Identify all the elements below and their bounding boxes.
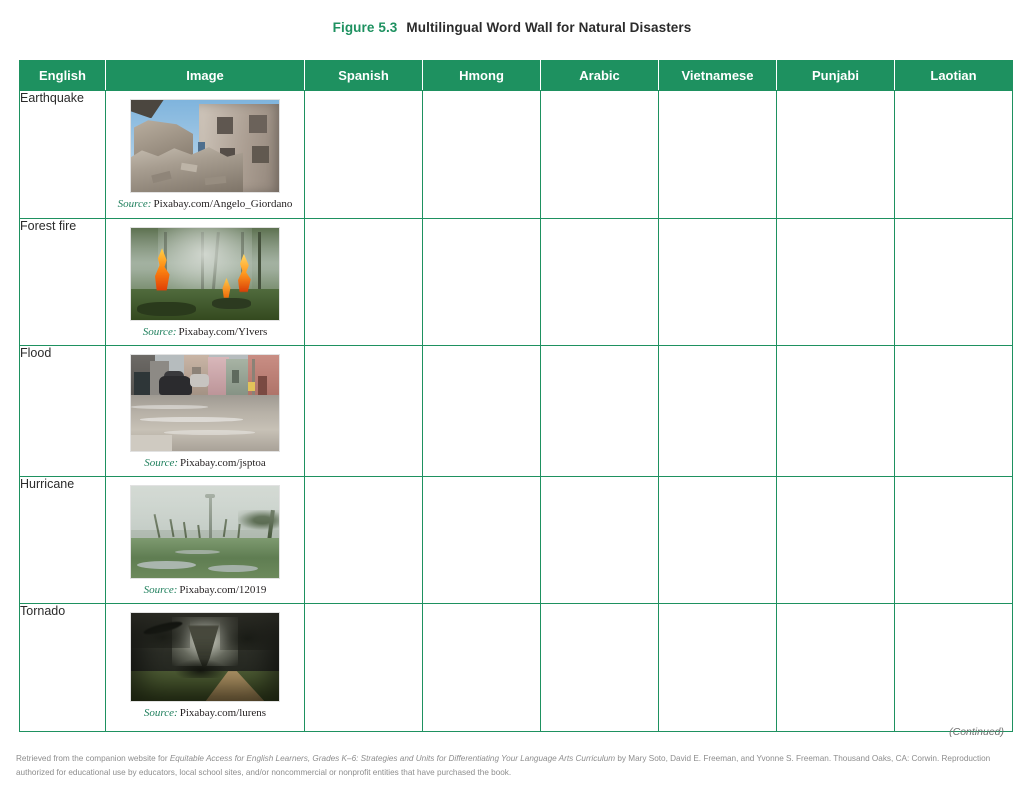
cell-vietnamese[interactable]: [658, 603, 777, 732]
table-row: Flood Source: Pixabay.com/jsptoa: [19, 345, 1013, 477]
cell-spanish[interactable]: [304, 476, 423, 604]
photo-source-credit: Source: Pixabay.com/12019: [106, 584, 304, 599]
source-credit-text: Pixabay.com/Angelo_Giordano: [153, 198, 293, 210]
photo-block: Source: Pixabay.com/Ylvers: [106, 219, 304, 345]
table-row: Forest fire Source: Pixabay.com/Ylvers: [19, 218, 1013, 346]
photo-block: Source: Pixabay.com/12019: [106, 477, 304, 603]
cell-arabic[interactable]: [540, 603, 659, 732]
continued-note: (Continued): [949, 726, 1004, 738]
footer-text-part1: Retrieved from the companion website for: [16, 754, 170, 763]
cell-hmong[interactable]: [422, 218, 541, 346]
source-label: Source:: [143, 707, 178, 719]
page-title: Figure 5.3 Multilingual Word Wall for Nat…: [0, 0, 1024, 35]
cell-arabic[interactable]: [540, 345, 659, 477]
cell-arabic[interactable]: [540, 476, 659, 604]
cell-english-term: Tornado: [19, 603, 106, 732]
cell-punjabi[interactable]: [776, 603, 895, 732]
cell-english-term: Forest fire: [19, 218, 106, 346]
photo-source-credit: Source: Pixabay.com/Angelo_Giordano: [106, 198, 304, 213]
hurricane-photo: [130, 485, 280, 579]
cell-image: Source: Pixabay.com/Angelo_Giordano: [105, 90, 305, 219]
cell-english-term: Earthquake: [19, 90, 106, 219]
word-wall-table: English Image Spanish Hmong Arabic Vietn…: [19, 60, 1013, 732]
cell-hmong[interactable]: [422, 603, 541, 732]
cell-spanish[interactable]: [304, 603, 423, 732]
cell-punjabi[interactable]: [776, 90, 895, 219]
figure-number: Figure 5.3: [332, 20, 398, 35]
photo-block: Source: Pixabay.com/jsptoa: [106, 346, 304, 476]
cell-spanish[interactable]: [304, 90, 423, 219]
column-header-vietnamese: Vietnamese: [658, 60, 777, 91]
cell-spanish[interactable]: [304, 345, 423, 477]
photo-source-credit: Source: Pixabay.com/jsptoa: [106, 457, 304, 472]
cell-laotian[interactable]: [894, 345, 1013, 477]
cell-punjabi[interactable]: [776, 218, 895, 346]
footer-attribution: Retrieved from the companion website for…: [16, 752, 1008, 780]
source-credit-text: Pixabay.com/12019: [179, 584, 267, 596]
source-label: Source:: [117, 198, 152, 210]
table-header-row: English Image Spanish Hmong Arabic Vietn…: [19, 60, 1013, 91]
column-header-image: Image: [105, 60, 305, 91]
cell-laotian[interactable]: [894, 90, 1013, 219]
table-row: Earthquake Source: Pixabay.com/Angelo_Gi…: [19, 90, 1013, 219]
cell-laotian[interactable]: [894, 218, 1013, 346]
cell-hmong[interactable]: [422, 345, 541, 477]
column-header-arabic: Arabic: [540, 60, 659, 91]
photo-block: Source: Pixabay.com/lurens: [106, 604, 304, 726]
photo-source-credit: Source: Pixabay.com/lurens: [106, 707, 304, 722]
source-credit-text: Pixabay.com/lurens: [179, 707, 267, 719]
cell-english-term: Flood: [19, 345, 106, 477]
table-row: Hurricane Source: Pixabay.com/12019: [19, 476, 1013, 604]
table-body: Earthquake Source: Pixabay.com/Angelo_Gi…: [19, 90, 1013, 732]
table-row: Tornado Source: Pixabay.com/lurens: [19, 603, 1013, 732]
cell-vietnamese[interactable]: [658, 476, 777, 604]
cell-image: Source: Pixabay.com/Ylvers: [105, 218, 305, 346]
cell-laotian[interactable]: [894, 476, 1013, 604]
cell-punjabi[interactable]: [776, 345, 895, 477]
cell-laotian[interactable]: [894, 603, 1013, 732]
cell-hmong[interactable]: [422, 90, 541, 219]
source-credit-text: Pixabay.com/Ylvers: [178, 326, 268, 338]
cell-vietnamese[interactable]: [658, 345, 777, 477]
cell-vietnamese[interactable]: [658, 218, 777, 346]
source-label: Source:: [142, 326, 177, 338]
cell-image: Source: Pixabay.com/12019: [105, 476, 305, 604]
cell-punjabi[interactable]: [776, 476, 895, 604]
photo-source-credit: Source: Pixabay.com/Ylvers: [106, 326, 304, 341]
column-header-punjabi: Punjabi: [776, 60, 895, 91]
cell-vietnamese[interactable]: [658, 90, 777, 219]
column-header-spanish: Spanish: [304, 60, 423, 91]
column-header-english: English: [19, 60, 106, 91]
source-label: Source:: [144, 457, 179, 469]
cell-arabic[interactable]: [540, 90, 659, 219]
cell-arabic[interactable]: [540, 218, 659, 346]
cell-image: Source: Pixabay.com/jsptoa: [105, 345, 305, 477]
figure-caption: Multilingual Word Wall for Natural Disas…: [406, 20, 692, 35]
photo-block: Source: Pixabay.com/Angelo_Giordano: [106, 91, 304, 217]
flood-photo: [130, 354, 280, 452]
word-wall-table-container: English Image Spanish Hmong Arabic Vietn…: [19, 60, 1013, 732]
forest-fire-photo: [130, 227, 280, 321]
cell-hmong[interactable]: [422, 476, 541, 604]
table-header: English Image Spanish Hmong Arabic Vietn…: [19, 60, 1013, 91]
source-label: Source:: [143, 584, 178, 596]
column-header-hmong: Hmong: [422, 60, 541, 91]
cell-spanish[interactable]: [304, 218, 423, 346]
source-credit-text: Pixabay.com/jsptoa: [180, 457, 266, 469]
cell-english-term: Hurricane: [19, 476, 106, 604]
earthquake-photo: [130, 99, 280, 193]
column-header-laotian: Laotian: [894, 60, 1013, 91]
footer-book-title: Equitable Access for English Learners, G…: [169, 754, 616, 763]
tornado-photo: [130, 612, 280, 702]
cell-image: Source: Pixabay.com/lurens: [105, 603, 305, 732]
